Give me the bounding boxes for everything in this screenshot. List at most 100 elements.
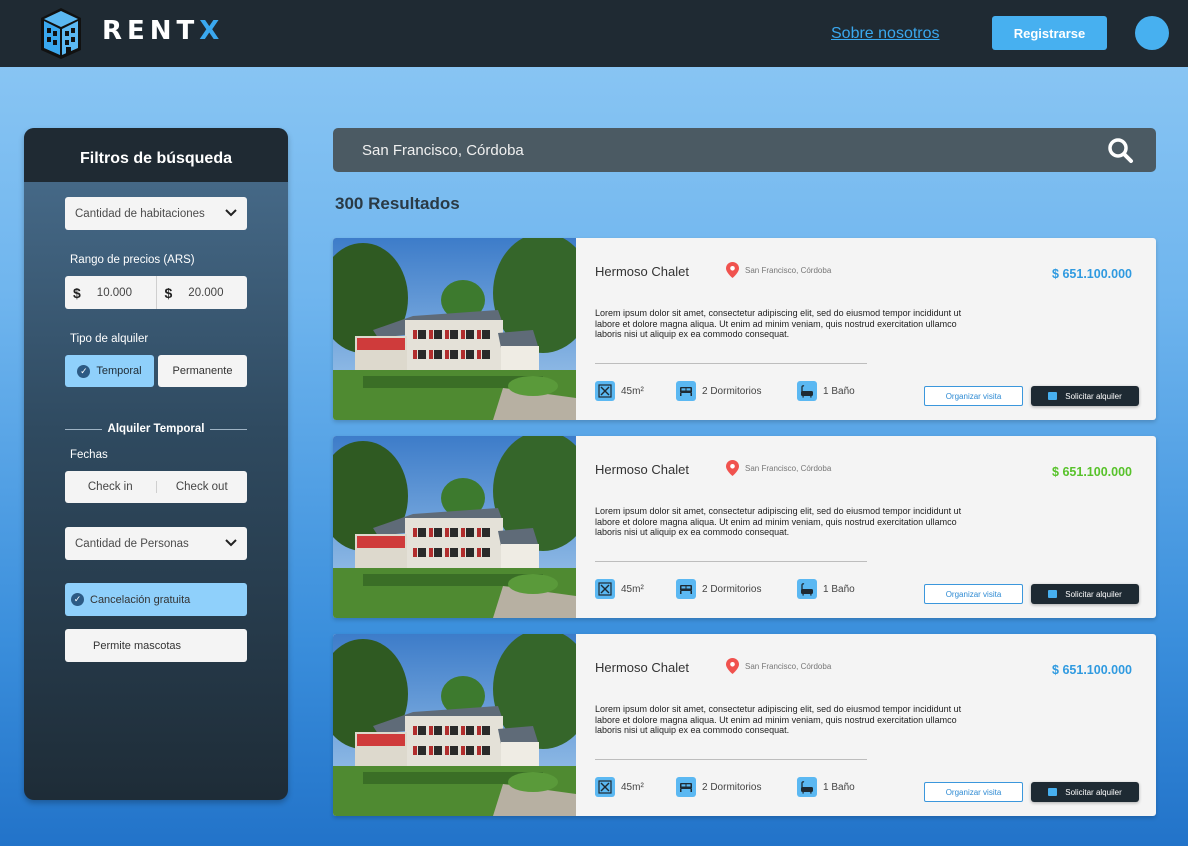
dollar-icon: $ bbox=[73, 284, 81, 301]
divider-line bbox=[65, 428, 102, 430]
top-navbar: RENTX Sobre nosotros Registrarse bbox=[0, 0, 1188, 67]
listing-location: San Francisco, Córdoba bbox=[726, 460, 831, 476]
flag-icon bbox=[1048, 392, 1058, 400]
location-pin-icon bbox=[726, 658, 739, 674]
baths-feature: 1 Baño bbox=[797, 381, 855, 401]
listing-title[interactable]: Hermoso Chalet bbox=[595, 462, 689, 477]
listing-card[interactable]: Hermoso Chalet San Francisco, Córdoba $ … bbox=[333, 238, 1156, 420]
price-min-value: 10.000 bbox=[96, 286, 132, 299]
baths-value: 1 Baño bbox=[823, 781, 855, 793]
bedrooms-feature: 2 Dormitorios bbox=[676, 381, 761, 401]
card-divider bbox=[595, 561, 867, 562]
listing-location-text: San Francisco, Córdoba bbox=[745, 661, 832, 671]
about-us-link[interactable]: Sobre nosotros bbox=[831, 25, 940, 43]
location-pin-icon bbox=[726, 460, 739, 476]
listing-title[interactable]: Hermoso Chalet bbox=[595, 660, 689, 675]
bed-icon bbox=[676, 579, 696, 599]
request-rental-button[interactable]: Solicitar alquiler bbox=[1031, 782, 1139, 802]
rooms-select[interactable]: Cantidad de habitaciones bbox=[65, 197, 247, 230]
rental-type-temporal[interactable]: ✓ Temporal bbox=[65, 355, 154, 387]
pets-allowed-label: Permite mascotas bbox=[93, 639, 182, 652]
baths-feature: 1 Baño bbox=[797, 777, 855, 797]
request-rental-button[interactable]: Solicitar alquiler bbox=[1031, 386, 1139, 406]
area-value: 45m² bbox=[621, 583, 644, 595]
dates-label: Fechas bbox=[70, 449, 108, 461]
logo-building-icon[interactable] bbox=[38, 6, 84, 60]
bathtub-icon bbox=[797, 381, 817, 401]
chevron-down-icon bbox=[225, 208, 237, 220]
bedrooms-feature: 2 Dormitorios bbox=[676, 579, 761, 599]
listing-location: San Francisco, Córdoba bbox=[726, 658, 831, 674]
dollar-icon: $ bbox=[164, 284, 173, 301]
price-max-value: 20.000 bbox=[188, 286, 224, 299]
card-divider bbox=[595, 759, 867, 760]
area-feature: 45m² bbox=[595, 381, 644, 401]
expand-arrows-icon bbox=[595, 381, 615, 401]
free-cancellation-toggle[interactable]: ✓ Cancelación gratuita bbox=[65, 583, 247, 616]
house-photo[interactable] bbox=[333, 634, 593, 816]
listing-description: Lorem ipsum dolor sit amet, consectetur … bbox=[595, 506, 962, 538]
logo-text[interactable]: RENTX bbox=[102, 16, 224, 46]
bathtub-icon bbox=[797, 777, 817, 797]
date-range-picker: Check in Check out bbox=[65, 471, 247, 503]
people-select-label: Cantidad de Personas bbox=[75, 537, 189, 550]
house-photo[interactable] bbox=[333, 436, 593, 618]
people-select[interactable]: Cantidad de Personas bbox=[65, 527, 247, 560]
logo-text-main: RENT bbox=[102, 16, 200, 46]
free-cancellation-label: Cancelación gratuita bbox=[90, 593, 191, 606]
request-rental-button[interactable]: Solicitar alquiler bbox=[1031, 584, 1139, 604]
expand-arrows-icon bbox=[595, 777, 615, 797]
schedule-visit-button[interactable]: Organizar visita bbox=[924, 782, 1023, 802]
listing-card[interactable]: Hermoso Chalet San Francisco, Córdoba $ … bbox=[333, 634, 1156, 816]
area-value: 45m² bbox=[621, 781, 644, 793]
register-button[interactable]: Registrarse bbox=[992, 16, 1107, 50]
request-rental-label: Solicitar alquiler bbox=[1065, 391, 1122, 401]
schedule-visit-button[interactable]: Organizar visita bbox=[924, 584, 1023, 604]
search-icon[interactable] bbox=[1107, 137, 1134, 168]
search-bar[interactable]: San Francisco, Córdoba bbox=[333, 128, 1156, 172]
chevron-down-icon bbox=[225, 538, 237, 550]
rental-type-label: Tipo de alquiler bbox=[70, 333, 149, 345]
logo-text-accent: X bbox=[199, 16, 225, 46]
listing-title[interactable]: Hermoso Chalet bbox=[595, 264, 689, 279]
location-pin-icon bbox=[726, 262, 739, 278]
expand-arrows-icon bbox=[595, 579, 615, 599]
flag-icon bbox=[1048, 590, 1058, 598]
results-count: 300 Resultados bbox=[335, 194, 460, 213]
temporal-section-title: Alquiler Temporal bbox=[65, 423, 248, 435]
area-feature: 45m² bbox=[595, 579, 644, 599]
house-photo[interactable] bbox=[333, 238, 593, 420]
listing-price: $ 651.100.000 bbox=[1052, 267, 1132, 281]
request-rental-label: Solicitar alquiler bbox=[1065, 589, 1122, 599]
bedrooms-value: 2 Dormitorios bbox=[702, 385, 762, 397]
search-input[interactable]: San Francisco, Córdoba bbox=[362, 142, 524, 159]
price-min-field[interactable]: $ 10.000 bbox=[65, 276, 156, 309]
check-in-field[interactable]: Check in bbox=[65, 481, 156, 493]
rental-type-permanente-label: Permanente bbox=[172, 365, 233, 377]
listing-price: $ 651.100.000 bbox=[1052, 465, 1132, 479]
bed-icon bbox=[676, 381, 696, 401]
listing-location-text: San Francisco, Córdoba bbox=[745, 463, 832, 473]
rental-type-temporal-label: Temporal bbox=[96, 365, 142, 377]
card-divider bbox=[595, 363, 867, 364]
bathtub-icon bbox=[797, 579, 817, 599]
rental-type-permanente[interactable]: Permanente bbox=[158, 355, 247, 387]
divider-line bbox=[210, 428, 248, 430]
check-icon: ✓ bbox=[71, 593, 84, 606]
flag-icon bbox=[1048, 788, 1058, 796]
user-avatar[interactable] bbox=[1135, 16, 1169, 50]
bed-icon bbox=[676, 777, 696, 797]
listing-location-text: San Francisco, Córdoba bbox=[745, 265, 832, 275]
listing-card[interactable]: Hermoso Chalet San Francisco, Córdoba $ … bbox=[333, 436, 1156, 618]
request-rental-label: Solicitar alquiler bbox=[1065, 787, 1122, 797]
check-out-field[interactable]: Check out bbox=[155, 481, 248, 493]
price-range-label: Rango de precios (ARS) bbox=[70, 254, 195, 266]
area-feature: 45m² bbox=[595, 777, 644, 797]
listing-location: San Francisco, Córdoba bbox=[726, 262, 831, 278]
baths-value: 1 Baño bbox=[823, 385, 855, 397]
rooms-select-label: Cantidad de habitaciones bbox=[75, 207, 205, 220]
bedrooms-feature: 2 Dormitorios bbox=[676, 777, 761, 797]
pets-allowed-toggle[interactable]: Permite mascotas bbox=[65, 629, 247, 662]
schedule-visit-button[interactable]: Organizar visita bbox=[924, 386, 1023, 406]
price-max-field[interactable]: $ 20.000 bbox=[155, 276, 248, 309]
